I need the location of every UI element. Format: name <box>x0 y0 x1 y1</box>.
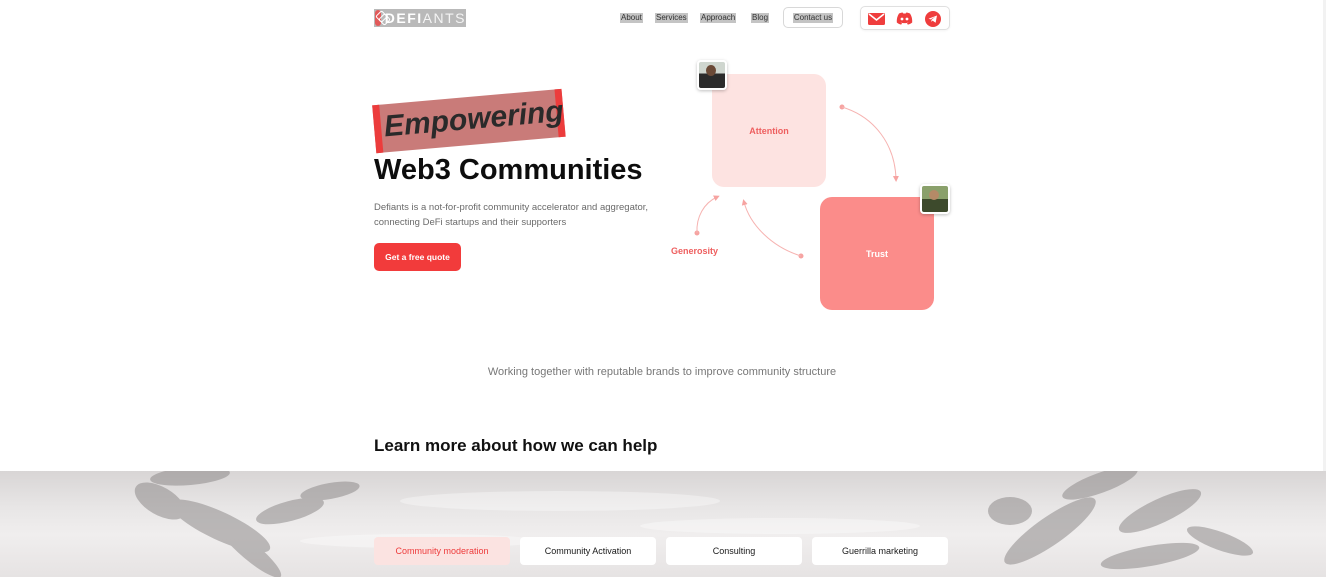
avatar <box>920 184 950 214</box>
nav-blog[interactable]: Blog <box>751 13 770 23</box>
tab-guerrilla-marketing[interactable]: Guerrilla marketing <box>812 537 948 565</box>
discord-icon[interactable] <box>896 12 913 25</box>
brands-tagline: Working together with reputable brands t… <box>487 366 837 378</box>
attention-box: Attention <box>712 74 826 187</box>
nav-approach[interactable]: Approach <box>700 13 737 23</box>
contact-us-button[interactable]: Contact us <box>783 7 843 28</box>
avatar <box>697 60 727 90</box>
nav-about[interactable]: About <box>620 13 643 23</box>
tab-community-activation[interactable]: Community Activation <box>520 537 656 565</box>
hero-title: Web3 Communities <box>374 154 643 186</box>
tab-consulting[interactable]: Consulting <box>666 537 802 565</box>
help-heading: Learn more about how we can help <box>374 436 658 455</box>
telegram-icon[interactable] <box>924 10 941 27</box>
social-links <box>860 6 950 30</box>
logo-wordmark: DEFIANTS <box>384 10 466 26</box>
hero-description: Defiants is a not-for-profit community a… <box>374 202 649 228</box>
mail-icon[interactable] <box>868 12 885 25</box>
services-tabs: Community moderation Community Activatio… <box>374 537 948 565</box>
nav-services[interactable]: Services <box>655 13 688 23</box>
tab-community-moderation[interactable]: Community moderation <box>374 537 510 565</box>
trust-label: Trust <box>865 248 888 259</box>
empowering-highlight: Empowering <box>372 88 566 155</box>
defiants-logo[interactable]: DEFIANTS <box>374 9 466 27</box>
get-free-quote-button[interactable]: Get a free quote <box>374 243 461 271</box>
logo-icon <box>375 10 381 26</box>
trust-box: Trust <box>820 197 934 310</box>
attention-label: Attention <box>749 125 789 136</box>
generosity-label: Generosity <box>671 246 719 256</box>
contact-us-label: Contact us <box>792 12 834 23</box>
